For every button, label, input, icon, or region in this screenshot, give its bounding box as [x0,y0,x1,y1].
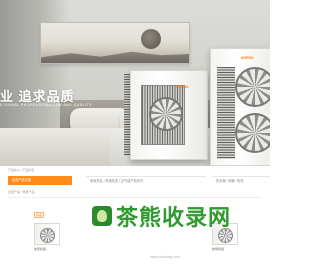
fan-icon [235,67,270,107]
tab-water-heater[interactable]: 热水器 / 采暖 / 配件 [212,176,270,185]
product-card[interactable]: 新品 热泵机组 [34,203,74,251]
watermark-text: 茶熊收录网 [116,205,232,230]
bed-throw [0,130,110,166]
new-badge: 新品 [34,212,45,218]
fan-icon [235,113,270,153]
ac-unit-large[interactable]: KRPRO [210,48,270,166]
tab-all-products[interactable]: 全部产品分类 [8,176,72,185]
fan-icon [149,97,183,131]
bear-logo-icon [92,206,112,226]
sub-filter[interactable]: 全部产品 / 热泵产品 [8,190,35,194]
breadcrumb[interactable]: 产品中心 / 产品列表 [8,168,35,172]
product-image[interactable] [34,223,60,245]
product-name[interactable]: 热泵机组 [212,247,252,251]
ac-logo: KRPRO [241,56,254,60]
category-tabs: 全部产品分类 家用热泵 / 商用热泵 / 空气能产品系列 热水器 / 采暖 / … [8,176,270,185]
watermark: 茶熊收录网 [92,200,231,232]
ac-logo: KRPRO [176,85,189,89]
hero-tagline-en: ETERNAL PROFESSIONALISM AND QUALITY [0,103,93,107]
tab-heat-pump-series[interactable]: 家用热泵 / 商用热泵 / 空气能产品系列 [86,176,206,185]
painting-sun [141,29,161,49]
watermark-url: www.chaxiong.com [150,255,180,259]
divider [8,197,262,198]
painting-hills [41,51,189,63]
hero-banner: 业 追求品质 ETERNAL PROFESSIONALISM AND QUALI… [0,0,270,166]
ac-unit-small[interactable]: KRPRO [130,70,208,160]
wall-painting [40,22,190,64]
product-name[interactable]: 热泵机组 [34,247,74,251]
ac-grille [217,67,235,159]
